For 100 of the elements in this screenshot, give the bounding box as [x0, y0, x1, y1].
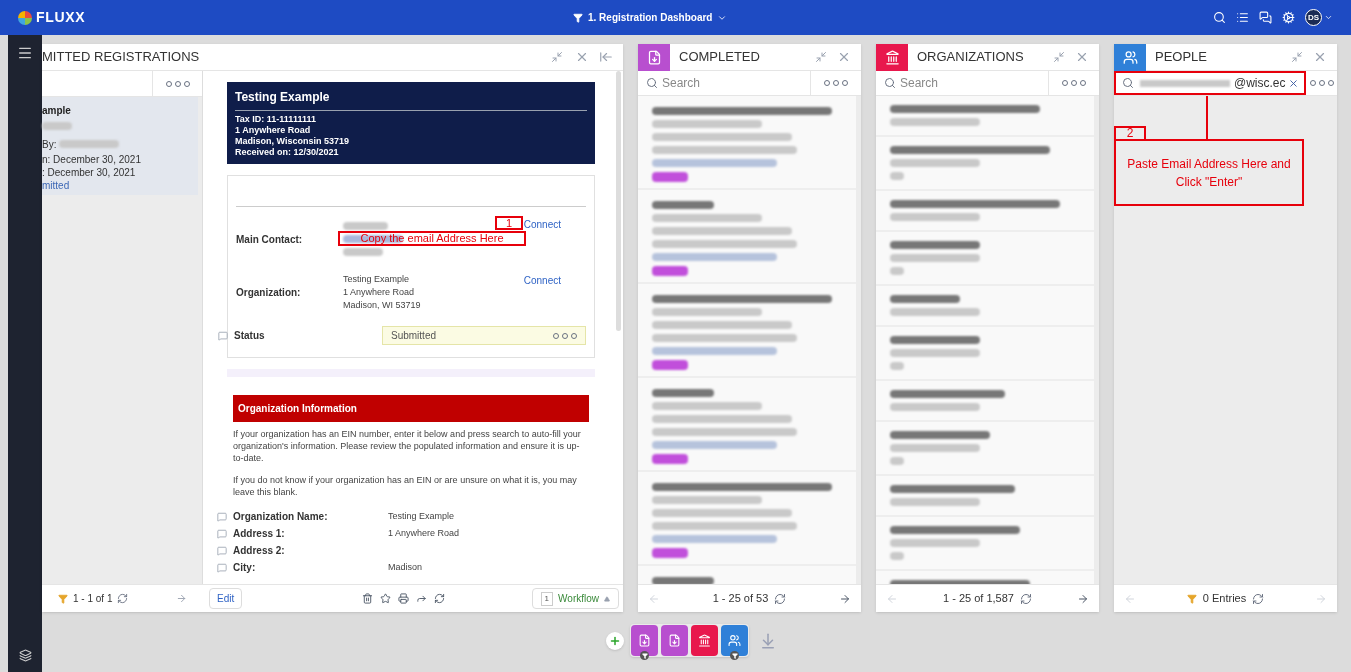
record-card[interactable]: [876, 191, 1094, 232]
printer-icon[interactable]: [398, 593, 410, 604]
dock-tile[interactable]: [691, 625, 718, 656]
record-card[interactable]: [638, 472, 856, 566]
search-icon: [884, 77, 896, 89]
chat-icon[interactable]: [1259, 11, 1272, 24]
next-arrow-icon[interactable]: [1077, 592, 1089, 605]
blurred-text: [890, 457, 904, 465]
filter-icon: [573, 12, 583, 23]
star-icon[interactable]: [380, 593, 392, 604]
dock-tile[interactable]: [661, 625, 688, 656]
record-detail: Received on: 12/30/2021: [235, 147, 340, 158]
field-value: Testing Example: [343, 273, 411, 286]
minimize-icon[interactable]: [551, 51, 563, 63]
record-card[interactable]: ample By: n: December 30, 2021 : December 30, 2021 mitted: [42, 97, 198, 195]
building-icon: [698, 634, 711, 647]
record-card[interactable]: [876, 476, 1094, 517]
search-icon[interactable]: [1213, 11, 1226, 24]
plus-icon: [609, 634, 621, 647]
panel-title: COMPLETED: [679, 48, 760, 67]
minimize-icon[interactable]: [1053, 51, 1065, 63]
user-avatar[interactable]: DS: [1305, 9, 1322, 26]
search-field[interactable]: @wisc.ec: [1234, 74, 1294, 92]
next-arrow-icon[interactable]: [839, 592, 851, 605]
panel-title: ORGANIZATIONS: [917, 48, 1024, 67]
minimize-icon[interactable]: [1291, 51, 1303, 63]
blurred-text: [890, 362, 904, 370]
card-text: n: December 30, 2021: [42, 153, 142, 166]
record-count: 1 - 1 of 1: [73, 592, 113, 606]
record-card[interactable]: [876, 286, 1094, 327]
step-number-label: 1: [495, 216, 523, 230]
search-icon: [1122, 77, 1134, 89]
field-label: Address 1:: [233, 527, 286, 541]
refresh-icon[interactable]: [117, 593, 129, 604]
step-number-label: 2: [1114, 126, 1146, 141]
record-card[interactable]: [876, 517, 1094, 571]
list-icon[interactable]: [1236, 11, 1249, 24]
workflow-button[interactable]: 1 Workflow: [531, 588, 619, 609]
layers-icon[interactable]: [18, 649, 32, 662]
blurred-text: [652, 389, 714, 397]
record-card[interactable]: [876, 381, 1094, 422]
record-card[interactable]: [638, 190, 856, 284]
refresh-icon[interactable]: [434, 593, 446, 604]
close-icon[interactable]: [837, 50, 851, 64]
paragraph: If you do not know if your organization has an EIN or are unsure on what it is, you may leave this blank.: [233, 474, 578, 498]
record-card[interactable]: [638, 96, 856, 190]
share-icon[interactable]: [416, 593, 428, 604]
refresh-icon[interactable]: [774, 592, 787, 605]
panel-title: PEOPLE: [1155, 48, 1208, 67]
people-icon: [1122, 49, 1138, 65]
collapse-icon[interactable]: [599, 50, 613, 64]
caret-icon: [604, 595, 610, 602]
blurred-text: [890, 172, 904, 180]
record-title: Testing Example: [235, 88, 587, 111]
blurred-text: [343, 222, 388, 230]
filter-badge-icon: [730, 651, 739, 660]
card-text: : December 30, 2021: [42, 166, 137, 179]
caret-icon[interactable]: [1324, 13, 1333, 22]
delete-icon[interactable]: [362, 593, 374, 604]
field-value: Testing Example: [388, 509, 455, 523]
record-card[interactable]: [638, 378, 856, 472]
menu-icon[interactable]: [17, 45, 33, 61]
close-icon[interactable]: [575, 50, 589, 64]
field-value: Madison: [388, 560, 423, 574]
record-card[interactable]: [876, 422, 1094, 476]
record-card[interactable]: [876, 232, 1094, 286]
blurred-text: [652, 201, 714, 209]
next-arrow-icon[interactable]: [176, 593, 187, 604]
close-icon[interactable]: [1313, 50, 1327, 64]
document-icon: [638, 634, 651, 647]
section-header: Organization Information: [233, 395, 589, 422]
minimize-icon[interactable]: [815, 51, 827, 63]
card-status: mitted: [42, 179, 71, 192]
field-label: Main Contact:: [236, 232, 304, 247]
record-card[interactable]: [876, 137, 1094, 191]
refresh-icon[interactable]: [1019, 592, 1032, 605]
dashboard-selector[interactable]: 1. Registration Dashboard: [573, 10, 728, 25]
search-field[interactable]: Search: [900, 74, 960, 92]
close-icon[interactable]: [1075, 50, 1089, 64]
refresh-icon[interactable]: [1252, 592, 1265, 605]
field-label: City:: [233, 561, 257, 575]
add-button[interactable]: [606, 631, 624, 650]
field-value: 1 Anywhere Road: [388, 526, 460, 540]
edit-button[interactable]: Edit: [209, 588, 243, 609]
settings-icon[interactable]: [1282, 11, 1295, 24]
callout-note: Copy the email Address Here: [338, 231, 526, 246]
record-card[interactable]: [876, 327, 1094, 381]
field-value: Madison, WI 53719: [343, 299, 422, 312]
people-icon: [728, 634, 741, 647]
clear-icon[interactable]: [1288, 77, 1299, 89]
connect-link[interactable]: Connect: [523, 217, 561, 232]
tag: [652, 266, 688, 276]
record-card[interactable]: [638, 284, 856, 378]
filter-badge-icon: [640, 651, 649, 660]
status-field[interactable]: Submitted: [382, 326, 586, 345]
record-card[interactable]: [876, 96, 1094, 137]
connect-link[interactable]: Connect: [523, 273, 561, 288]
field-label: Organization Name:: [233, 510, 329, 524]
search-field[interactable]: Search: [662, 74, 722, 92]
logo-icon: [18, 10, 32, 25]
